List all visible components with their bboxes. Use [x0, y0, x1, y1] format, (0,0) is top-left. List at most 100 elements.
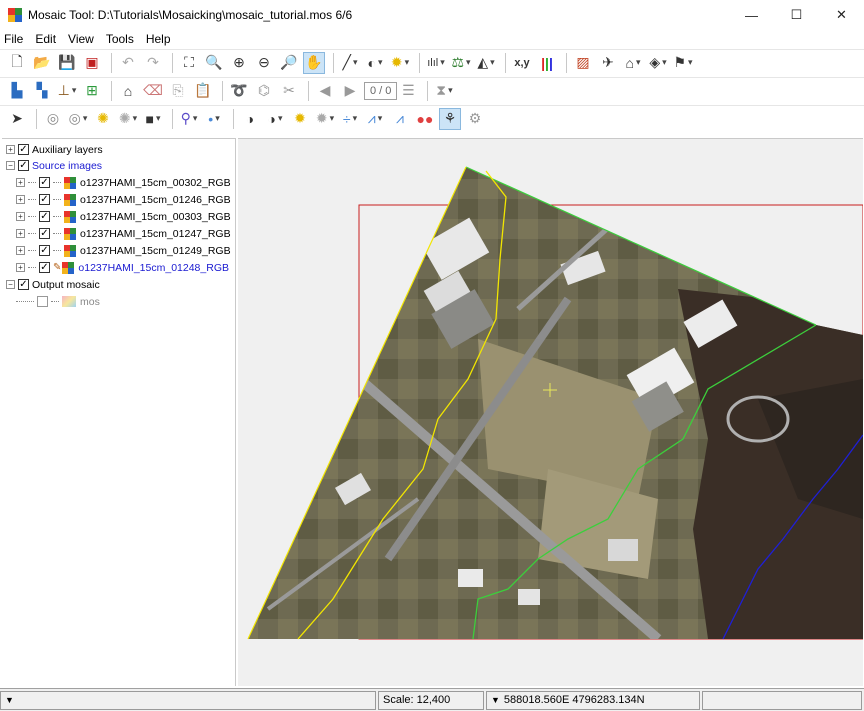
zoom-box-icon[interactable]: 🔍	[203, 52, 225, 74]
polygon-outline-icon[interactable]: ⌂	[117, 80, 139, 102]
tone-icon[interactable]: ◑	[239, 108, 261, 130]
polygon-icon[interactable]: ⌂	[622, 52, 644, 74]
maximize-button[interactable]: ☐	[774, 0, 819, 30]
chart-icon[interactable]: ⩘	[389, 108, 411, 130]
tree-node-image[interactable]: + ✓ o1237HAMI_15cm_01247_RGB	[16, 225, 231, 242]
zoom-out-icon[interactable]: ⊖	[253, 52, 275, 74]
expand-plus-icon[interactable]: +	[6, 145, 15, 154]
xy-coordinates-icon[interactable]: x,y	[511, 52, 533, 74]
list-icon[interactable]: ☰	[397, 80, 419, 102]
sun-adjust-icon[interactable]: ✹	[314, 108, 336, 130]
next-icon[interactable]: ▶	[339, 80, 361, 102]
new-file-icon[interactable]: 🗋	[6, 52, 28, 74]
checkbox-checked-icon[interactable]: ✓	[18, 160, 29, 171]
save-as-icon[interactable]: ▣	[81, 52, 103, 74]
pan-hand-icon[interactable]: ✋	[303, 51, 325, 74]
tree-node-source[interactable]: − ✓ Source images	[6, 157, 102, 174]
expand-plus-icon[interactable]: +	[16, 195, 25, 204]
checkbox-checked-icon[interactable]: ✓	[39, 262, 50, 273]
tree-node-output[interactable]: − ✓ Output mosaic	[6, 276, 100, 293]
cutline-tool-icon[interactable]: ⚘	[439, 107, 461, 130]
zoom-extent-icon[interactable]: ⛶	[178, 52, 200, 74]
menu-help[interactable]: Help	[146, 32, 171, 46]
status-dropdown-icon[interactable]: ▼	[5, 695, 14, 705]
save-icon[interactable]: 💾	[56, 52, 78, 74]
tree-node-image[interactable]: + ✓ o1237HAMI_15cm_01246_RGB	[16, 191, 231, 208]
contrast-icon[interactable]: ◐	[364, 52, 386, 74]
dots-icon[interactable]: ●●	[414, 108, 436, 130]
checkbox-checked-icon[interactable]: ✓	[18, 144, 29, 155]
chart-plus-icon[interactable]: ⩘	[364, 108, 386, 130]
settings-gear-icon[interactable]: ⚙	[464, 108, 486, 130]
georef-icon[interactable]: ⚑	[672, 52, 694, 74]
reshape-icon[interactable]: ⌬	[253, 80, 275, 102]
checkbox-checked-icon[interactable]: ✓	[39, 177, 50, 188]
checkbox-checked-icon[interactable]: ✓	[39, 245, 50, 256]
map-view[interactable]	[238, 138, 863, 686]
line-tool-icon[interactable]: ╱	[339, 52, 361, 74]
contrast-up-icon[interactable]: ◎	[42, 108, 64, 130]
previous-icon[interactable]: ◀	[314, 80, 336, 102]
pointer-icon[interactable]: ➤	[6, 108, 28, 130]
checkbox-checked-icon[interactable]: ✓	[39, 228, 50, 239]
checkbox-checked-icon[interactable]: ✓	[39, 194, 50, 205]
collapse-minus-icon[interactable]: −	[6, 280, 15, 289]
add-layer-icon[interactable]: ⊞	[81, 80, 103, 102]
expand-plus-icon[interactable]: +	[16, 263, 25, 272]
tree-node-image[interactable]: + ✓ o1237HAMI_15cm_00302_RGB	[16, 174, 231, 191]
sun-icon[interactable]: ✹	[289, 108, 311, 130]
contrast-down-icon[interactable]: ◎	[67, 108, 89, 130]
stamp-icon[interactable]: ⊥	[56, 80, 78, 102]
tree-node-image-active[interactable]: + ✓ ✎ o1237HAMI_15cm_01248_RGB	[16, 259, 229, 276]
map-canvas[interactable]	[238, 139, 863, 687]
copy-icon[interactable]: ⎘	[167, 80, 189, 102]
expand-plus-icon[interactable]: +	[16, 246, 25, 255]
gamma-icon[interactable]: ■	[142, 108, 164, 130]
tree-node-mosaic[interactable]: mos	[16, 293, 100, 310]
select-images-icon[interactable]: ▙	[6, 80, 28, 102]
clip-icon[interactable]: ✂	[278, 80, 300, 102]
split-icon[interactable]: ÷	[339, 108, 361, 130]
checkbox-checked-icon[interactable]: ✓	[18, 279, 29, 290]
feather-icon[interactable]: ⚲	[178, 108, 200, 130]
open-folder-icon[interactable]: 📂	[31, 52, 53, 74]
tree-node-image[interactable]: + ✓ o1237HAMI_15cm_01249_RGB	[16, 242, 231, 259]
histogram-icon[interactable]: ılıl	[425, 52, 447, 74]
fill-color-icon[interactable]: ◭	[475, 52, 497, 74]
close-button[interactable]: ✕	[819, 0, 864, 30]
tone-match-icon[interactable]: ◑	[264, 108, 286, 130]
checkbox-unchecked-icon[interactable]	[37, 296, 48, 307]
coord-dropdown-icon[interactable]: ▼	[491, 695, 500, 705]
brightness-up-icon[interactable]: ✺	[92, 108, 114, 130]
brightness-down-icon[interactable]: ✺	[117, 108, 139, 130]
tree-node-image[interactable]: + ✓ o1237HAMI_15cm_00303_RGB	[16, 208, 231, 225]
tree-node-auxiliary[interactable]: + ✓ Auxiliary layers	[6, 141, 103, 158]
lasso-icon[interactable]: ➰	[228, 80, 250, 102]
undo-icon[interactable]: ↶	[117, 52, 139, 74]
redo-icon[interactable]: ↷	[142, 52, 164, 74]
menu-file[interactable]: File	[4, 32, 23, 46]
checkbox-checked-icon[interactable]: ✓	[39, 211, 50, 222]
expand-plus-icon[interactable]: +	[16, 178, 25, 187]
menu-view[interactable]: View	[68, 32, 94, 46]
main-toolbar: 🗋 📂 💾 ▣ ↶ ↷ ⛶ 🔍 ⊕ ⊖ 🔎 ✋ ╱ ◐ ✹ ılıl ⚖ ◭ x…	[0, 49, 864, 75]
add-images-icon[interactable]: ▚	[31, 80, 53, 102]
paste-icon[interactable]: 📋	[192, 80, 214, 102]
brightness-icon[interactable]: ✹	[389, 52, 411, 74]
rgb-bands-icon[interactable]: | | |	[536, 52, 558, 74]
menu-edit[interactable]: Edit	[35, 32, 56, 46]
collapse-minus-icon[interactable]: −	[6, 161, 15, 170]
expand-plus-icon[interactable]: +	[16, 229, 25, 238]
edit-image-icon[interactable]: ▨	[572, 52, 594, 74]
menu-tools[interactable]: Tools	[106, 32, 134, 46]
zoom-previous-icon[interactable]: 🔎	[278, 52, 300, 74]
zoom-in-icon[interactable]: ⊕	[228, 52, 250, 74]
layer-visibility-icon[interactable]: ◈	[647, 52, 669, 74]
erase-icon[interactable]: ⌫	[142, 80, 164, 102]
expand-plus-icon[interactable]: +	[16, 212, 25, 221]
seamline-icon[interactable]: ✈	[597, 52, 619, 74]
balance-icon[interactable]: ⚖	[450, 52, 472, 74]
filter-icon[interactable]: ⧗	[433, 80, 455, 102]
point-icon[interactable]: •	[203, 108, 225, 130]
minimize-button[interactable]: —	[729, 0, 774, 30]
